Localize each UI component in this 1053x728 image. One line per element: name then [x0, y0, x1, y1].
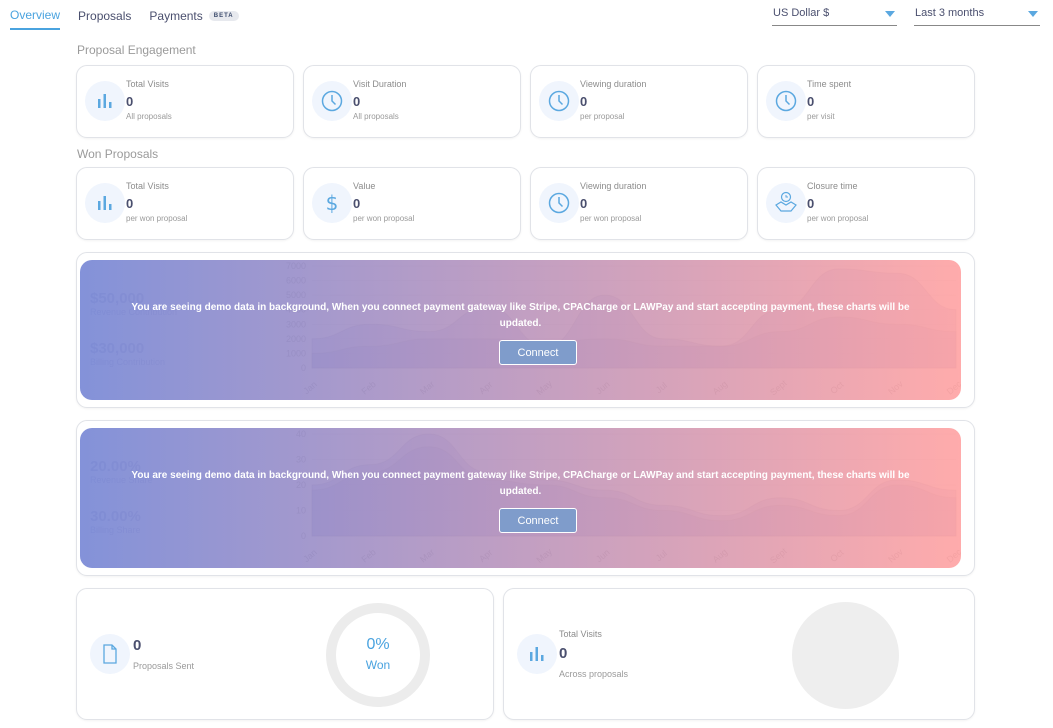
stat-value: 0	[353, 196, 361, 211]
stat-label: Total Visits	[126, 181, 169, 191]
visits-pie	[792, 602, 899, 709]
stat-card: Closure time 0 per won proposal	[757, 167, 975, 240]
dollar-icon: $	[312, 183, 352, 223]
stat-label: Viewing duration	[580, 181, 647, 191]
won-percent: 0%	[366, 636, 390, 653]
beta-badge: BETA	[208, 11, 239, 21]
tab-label: Payments	[149, 9, 203, 23]
stat-label: Time spent	[807, 79, 852, 89]
stat-card: Viewing duration 0 per won proposal	[530, 167, 748, 240]
stat-label: Value	[353, 181, 376, 191]
stat-sub: per proposal	[580, 112, 625, 121]
connect-button[interactable]: Connect	[499, 340, 577, 365]
demo-message: You are seeing demo data in background, …	[131, 302, 910, 329]
stat-sub: All proposals	[126, 112, 172, 121]
caret-down-icon	[885, 11, 895, 17]
period-value: Last 3 months	[915, 7, 985, 19]
visits-value: 0	[559, 645, 568, 662]
section-title-engagement: Proposal Engagement	[77, 43, 196, 57]
stat-value: 0	[807, 94, 815, 109]
stat-card: Total Visits 0 per won proposal	[76, 167, 294, 240]
stat-sub: per visit	[807, 112, 835, 121]
stat-sub: per won proposal	[353, 214, 415, 223]
svg-text:$: $	[326, 192, 339, 214]
stat-card: Time spent 0 per visit	[757, 65, 975, 138]
stat-sub: per won proposal	[580, 214, 642, 223]
proposals-sent-card: 0 Proposals Sent 0% Won	[76, 588, 494, 720]
won-label: Won	[365, 658, 391, 672]
period-select[interactable]: Last 3 months	[914, 4, 1040, 26]
stat-sub: per won proposal	[807, 214, 869, 223]
stat-card: Viewing duration 0 per proposal	[530, 65, 748, 138]
tab-bar: Overview Proposals Payments BETA	[10, 0, 239, 30]
demo-overlay-panel: 01000200030004000500060007000JanFebMarAp…	[80, 260, 961, 400]
stat-value: 0	[126, 196, 134, 211]
visits-label: Total Visits	[559, 629, 602, 639]
tab-proposals[interactable]: Proposals	[78, 1, 131, 29]
stat-card: $ Value 0 per won proposal	[303, 167, 521, 240]
stat-sub: All proposals	[353, 112, 399, 121]
visits-sub: Across proposals	[559, 669, 629, 679]
bar-chart-icon	[517, 634, 557, 674]
clock-icon	[539, 183, 579, 223]
clock-icon	[312, 81, 352, 121]
stat-value: 0	[580, 196, 588, 211]
stat-label: Visit Duration	[353, 79, 407, 89]
currency-select[interactable]: US Dollar $	[772, 4, 897, 26]
won-donut: 0% Won	[326, 603, 430, 707]
handshake-clock-icon	[766, 183, 806, 223]
clock-icon	[766, 81, 806, 121]
demo-chart-card: 01000200030004000500060007000JanFebMarAp…	[76, 252, 975, 408]
stat-card: Total Visits 0 All proposals	[76, 65, 294, 138]
tab-overview[interactable]: Overview	[10, 0, 61, 30]
tab-label: Proposals	[78, 9, 132, 23]
stat-value: 0	[580, 94, 588, 109]
stat-label: Total Visits	[126, 79, 169, 89]
connect-button[interactable]: Connect	[499, 508, 577, 533]
section-title-won: Won Proposals	[77, 147, 159, 161]
sent-value: 0	[133, 637, 142, 654]
caret-down-icon	[1028, 11, 1038, 17]
total-visits-card: Total Visits 0 Across proposals	[503, 588, 975, 720]
currency-value: US Dollar $	[773, 7, 830, 19]
bar-chart-icon	[85, 183, 125, 223]
tab-label: Overview	[10, 8, 61, 22]
clock-icon	[539, 81, 579, 121]
demo-overlay-panel: 010203040JanFebMarAprMayJunJulAugSeptOct…	[80, 428, 961, 568]
stat-sub: per won proposal	[126, 214, 188, 223]
demo-message: You are seeing demo data in background, …	[131, 470, 910, 497]
document-icon	[90, 634, 130, 674]
stat-value: 0	[353, 94, 361, 109]
tab-payments[interactable]: Payments BETA	[149, 1, 239, 29]
sent-label: Proposals Sent	[133, 661, 195, 671]
stat-label: Viewing duration	[580, 79, 647, 89]
stat-value: 0	[807, 196, 815, 211]
bar-chart-icon	[85, 81, 125, 121]
demo-chart-card: 010203040JanFebMarAprMayJunJulAugSeptOct…	[76, 420, 975, 576]
stat-card: Visit Duration 0 All proposals	[303, 65, 521, 138]
stat-label: Closure time	[807, 181, 858, 191]
stat-value: 0	[126, 94, 134, 109]
